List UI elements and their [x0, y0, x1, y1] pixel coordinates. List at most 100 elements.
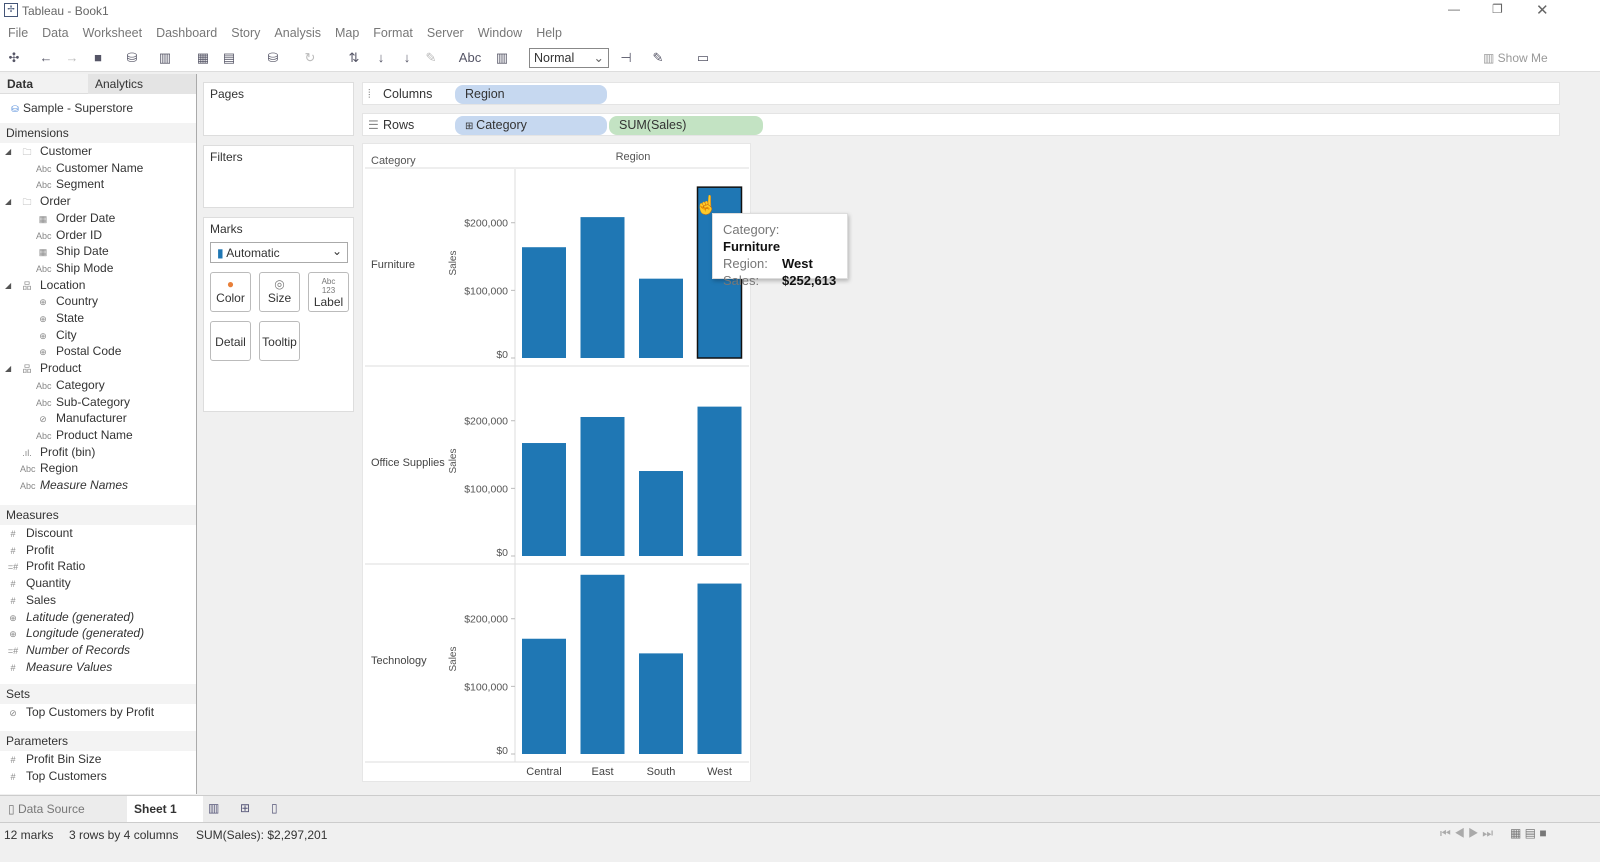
save-icon[interactable]: ■ [90, 50, 106, 66]
menu-story[interactable]: Story [223, 22, 266, 40]
field-item[interactable]: ◢ 🗀 Order [0, 193, 196, 210]
color-button[interactable]: ● Color [210, 272, 251, 312]
collapse-icon[interactable]: ◢ [5, 360, 11, 377]
sheet-tab[interactable]: Sheet 1 [127, 796, 203, 822]
field-item[interactable]: # Profit [0, 542, 196, 559]
field-item[interactable]: Abc Region [0, 460, 196, 477]
field-item[interactable]: =# Number of Records [0, 642, 196, 659]
field-item[interactable]: ⊕ Postal Code [0, 343, 196, 360]
field-item[interactable]: # Top Customers [0, 768, 196, 785]
category-pill[interactable]: ⊞ Category [455, 116, 607, 135]
field-item[interactable]: ⊘ Manufacturer [0, 410, 196, 427]
field-item[interactable]: Abc Measure Names [0, 477, 196, 494]
field-item[interactable]: =# Profit Ratio [0, 558, 196, 575]
redo-icon[interactable]: → [64, 50, 80, 66]
presentation-icon[interactable]: ▭ [695, 50, 711, 66]
field-item[interactable]: Abc Category [0, 377, 196, 394]
bar-technology-central[interactable] [522, 638, 566, 754]
sort-ascending-icon[interactable]: ↓ [373, 50, 389, 66]
field-item[interactable]: ◢ 🗀 Customer [0, 143, 196, 160]
annotate-icon[interactable]: ✎ [650, 50, 666, 66]
field-item[interactable]: # Quantity [0, 575, 196, 592]
field-item[interactable]: # Discount [0, 525, 196, 542]
field-item[interactable]: Abc Sub-Category [0, 394, 196, 411]
tableau-icon[interactable]: ✣ [6, 50, 22, 66]
new-worksheet-icon[interactable]: ▥ [208, 801, 219, 815]
collapse-icon[interactable]: ◢ [5, 193, 11, 210]
field-item[interactable]: .ıl. Profit (bin) [0, 444, 196, 461]
new-story-icon[interactable]: ▯ [271, 801, 278, 815]
sum-sales-pill[interactable]: SUM(Sales) [609, 116, 763, 135]
bar-furniture-central[interactable] [522, 247, 566, 358]
tab-data[interactable]: Data [7, 77, 33, 91]
field-item[interactable]: Abc Segment [0, 176, 196, 193]
pause-updates-icon[interactable]: ⛁ [265, 50, 281, 66]
field-item[interactable]: ⊕ State [0, 310, 196, 327]
field-item[interactable]: Abc Customer Name [0, 160, 196, 177]
field-item[interactable]: ⊕ Longitude (generated) [0, 625, 196, 642]
field-item[interactable]: ⊘ Top Customers by Profit [0, 704, 196, 721]
refresh-icon[interactable]: ↻ [302, 50, 318, 66]
rows-shelf[interactable]: ☰ Rows ⊞ Category SUM(Sales) [362, 113, 1560, 136]
bar-technology-south[interactable] [639, 653, 683, 754]
filters-card[interactable]: Filters [203, 145, 354, 208]
field-item[interactable]: # Profit Bin Size [0, 751, 196, 768]
menu-dashboard[interactable]: Dashboard [148, 22, 223, 40]
new-dashboard-icon[interactable]: ⊞ [240, 801, 250, 815]
datasource-item[interactable]: ⛁ Sample - Superstore [0, 100, 196, 117]
region-pill[interactable]: Region [455, 85, 607, 104]
tab-analytics[interactable]: Analytics [88, 74, 196, 94]
new-datasource-icon[interactable]: ⛁ [124, 50, 140, 66]
bar-office-supplies-east[interactable] [580, 416, 625, 556]
field-item[interactable]: ◢ 品 Location [0, 277, 196, 294]
bar-office-supplies-central[interactable] [522, 443, 566, 556]
field-item[interactable]: # Sales [0, 592, 196, 609]
collapse-icon[interactable]: ◢ [5, 277, 11, 294]
columns-shelf[interactable]: ⦙ Columns Region [362, 82, 1560, 105]
collapse-icon[interactable]: ◢ [5, 143, 11, 160]
field-item[interactable]: # Measure Values [0, 659, 196, 676]
menu-file[interactable]: File [0, 22, 34, 40]
close-button[interactable]: ✕ [1536, 1, 1549, 19]
size-button[interactable]: ◎ Size [259, 272, 300, 312]
label-button[interactable]: Abc 123 Label [308, 272, 349, 312]
bar-office-supplies-south[interactable] [639, 471, 683, 556]
field-item[interactable]: ▦ Ship Date [0, 243, 196, 260]
swap-icon[interactable]: ⇅ [346, 50, 362, 66]
duplicate-sheet-icon[interactable]: ▦ [195, 50, 211, 66]
field-item[interactable]: Abc Product Name [0, 427, 196, 444]
field-item[interactable]: ⊕ Latitude (generated) [0, 609, 196, 626]
menu-worksheet[interactable]: Worksheet [75, 22, 149, 40]
fix-axes-icon[interactable]: ▥ [494, 50, 510, 66]
field-item[interactable]: ⊕ Country [0, 293, 196, 310]
menu-data[interactable]: Data [34, 22, 74, 40]
view-mode-icon[interactable]: ▦ ▤ ■ [1510, 826, 1547, 840]
new-worksheet-icon[interactable]: ▥ [157, 50, 173, 66]
pin-icon[interactable]: ⊣ [618, 50, 634, 66]
field-item[interactable]: ⊕ City [0, 327, 196, 344]
show-me-button[interactable]: ▥ Show Me [1483, 51, 1548, 65]
datasource-tab[interactable]: ▯ Data Source [8, 802, 85, 816]
field-item[interactable]: ▦ Order Date [0, 210, 196, 227]
menu-map[interactable]: Map [327, 22, 365, 40]
field-item[interactable]: Abc Order ID [0, 227, 196, 244]
menu-help[interactable]: Help [528, 22, 568, 40]
menu-analysis[interactable]: Analysis [266, 22, 327, 40]
field-item[interactable]: Abc Ship Mode [0, 260, 196, 277]
sort-descending-icon[interactable]: ↓ [399, 50, 415, 66]
undo-icon[interactable]: ← [38, 50, 54, 66]
fit-dropdown[interactable]: Normal ⌄ [529, 48, 609, 68]
bar-furniture-south[interactable] [639, 278, 683, 358]
show-labels-icon[interactable]: Abc [458, 50, 482, 66]
pages-card[interactable]: Pages [203, 82, 354, 136]
field-item[interactable]: ◢ 品 Product [0, 360, 196, 377]
tooltip-button[interactable]: Tooltip [259, 321, 300, 361]
highlight-icon[interactable]: ✎ [423, 50, 439, 66]
bar-technology-east[interactable] [580, 574, 625, 754]
sheet-navigation-icon[interactable]: ⏮ ◀ ▶ ⏭ [1440, 826, 1493, 841]
restore-button[interactable]: ❐ [1492, 2, 1503, 16]
menu-window[interactable]: Window [470, 22, 528, 40]
clear-sheet-icon[interactable]: ▤ [221, 50, 237, 66]
minimize-button[interactable]: — [1448, 2, 1460, 16]
detail-button[interactable]: Detail [210, 321, 251, 361]
